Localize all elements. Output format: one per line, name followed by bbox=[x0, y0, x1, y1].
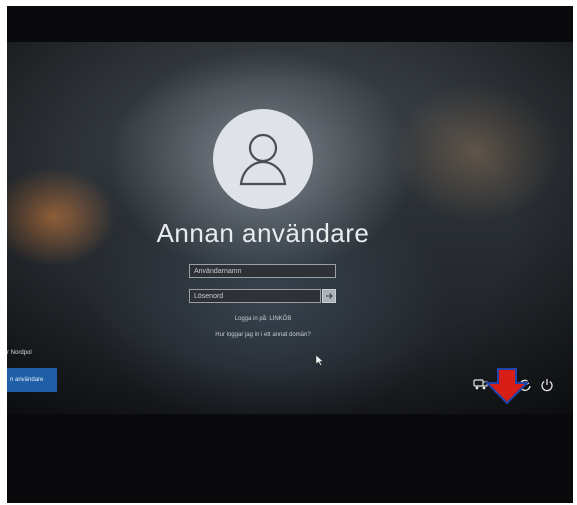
lock-screen: Annan användare Användarnamn Lösenord Lo… bbox=[7, 42, 573, 414]
power-icon[interactable] bbox=[539, 377, 554, 392]
password-field[interactable]: Lösenord bbox=[189, 289, 321, 303]
forgot-link[interactable]: Hur loggar jag in i ett annat domän? bbox=[7, 332, 519, 338]
arrow-right-icon bbox=[326, 293, 333, 299]
username-heading: Annan användare bbox=[156, 218, 370, 248]
other-user-label: r Nordpol bbox=[7, 350, 32, 356]
user-icon bbox=[239, 133, 287, 186]
username-field[interactable]: Användarnamn bbox=[189, 264, 336, 278]
mouse-cursor-icon bbox=[315, 353, 324, 371]
sign-in-to-label: Logga in på: LINKÖB bbox=[234, 316, 292, 322]
user-avatar bbox=[213, 109, 313, 209]
photo-frame: Annan användare Användarnamn Lösenord Lo… bbox=[7, 6, 573, 503]
submit-button[interactable] bbox=[322, 289, 336, 303]
red-arrow-annotation bbox=[483, 367, 531, 410]
other-user-button[interactable]: n användare bbox=[7, 368, 57, 392]
